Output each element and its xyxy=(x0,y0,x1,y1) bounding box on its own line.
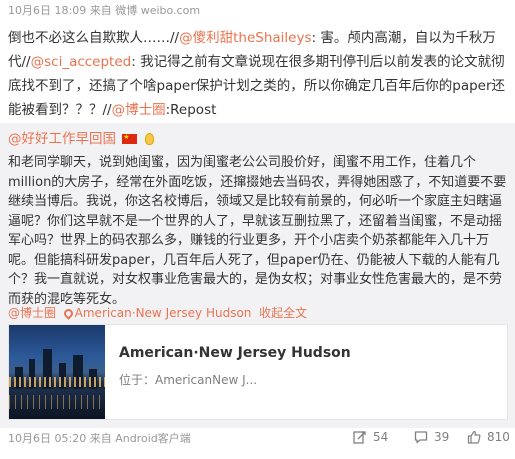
mention-link-shaileys[interactable]: @傻利甜theShaileys xyxy=(179,30,311,46)
author-tag-link[interactable]: @博士圈 xyxy=(8,306,56,320)
post-timestamp[interactable]: 10月6日 18:09 xyxy=(8,4,86,17)
location-card-title: American·New Jersey Hudson xyxy=(119,345,351,361)
repost-icon xyxy=(353,431,366,444)
mention-link-boshiquan[interactable]: @博士圈 xyxy=(112,102,166,118)
location-pin-icon xyxy=(61,307,75,320)
location-thumbnail xyxy=(9,325,105,419)
original-post: @好好工作早回国 和老同学聊天，说到她闺蜜，因为闺蜜老公公司股价好，闺蜜不用工作… xyxy=(0,123,515,428)
original-post-text: 和老同学聊天，说到她闺蜜，因为闺蜜老公公司股价好，闺蜜不用工作，住着几个mill… xyxy=(8,155,507,307)
post-meta: 10月6日 18:09 来自 微博 weibo.com xyxy=(8,4,200,18)
repost-tail: :Repost xyxy=(165,102,217,118)
repost-comment: 倒也不必这么自欺欺人……// xyxy=(8,30,180,46)
repost-text: 倒也不必这么自欺欺人……//@傻利甜theShaileys: 害。颅内高潮，自以… xyxy=(8,26,508,122)
original-source: Android客户端 xyxy=(115,432,191,445)
comment-icon xyxy=(414,431,428,444)
location-card-subtitle: 位于：AmericanNew J... xyxy=(119,373,258,387)
repost-button[interactable]: 54 xyxy=(353,430,388,444)
comment-button[interactable]: 39 xyxy=(414,430,449,444)
comment-count: 39 xyxy=(434,430,450,444)
original-meta: 10月6日 05:20 来自 Android客户端 xyxy=(8,432,191,446)
thumbs-up-icon xyxy=(467,430,481,444)
source-prefix: 来自 xyxy=(89,4,112,17)
original-timestamp[interactable]: 10月6日 05:20 xyxy=(8,432,86,445)
original-links-row: @博士圈 American·New Jersey Hudson 收起全文 xyxy=(8,305,307,321)
repost-count: 54 xyxy=(373,430,389,444)
original-source-prefix: 来自 xyxy=(89,432,112,445)
china-flag-icon xyxy=(122,133,138,144)
collapse-fulltext-link[interactable]: 收起全文 xyxy=(259,306,307,320)
location-card[interactable]: American·New Jersey Hudson 位于：AmericanNe… xyxy=(8,324,508,420)
original-author-link[interactable]: @好好工作早回国 xyxy=(8,131,116,147)
lightbulb-icon xyxy=(144,133,154,145)
original-author-row: @好好工作早回国 xyxy=(8,129,154,149)
original-footer: 10月6日 05:20 来自 Android客户端 54 39 810 xyxy=(0,428,515,459)
location-link[interactable]: American·New Jersey Hudson xyxy=(75,306,252,320)
mention-link-sci-accepted[interactable]: @sci_accepted xyxy=(31,54,132,70)
post-source[interactable]: 微博 weibo.com xyxy=(115,4,200,17)
like-button[interactable]: 810 xyxy=(467,430,510,444)
like-count: 810 xyxy=(487,430,510,444)
